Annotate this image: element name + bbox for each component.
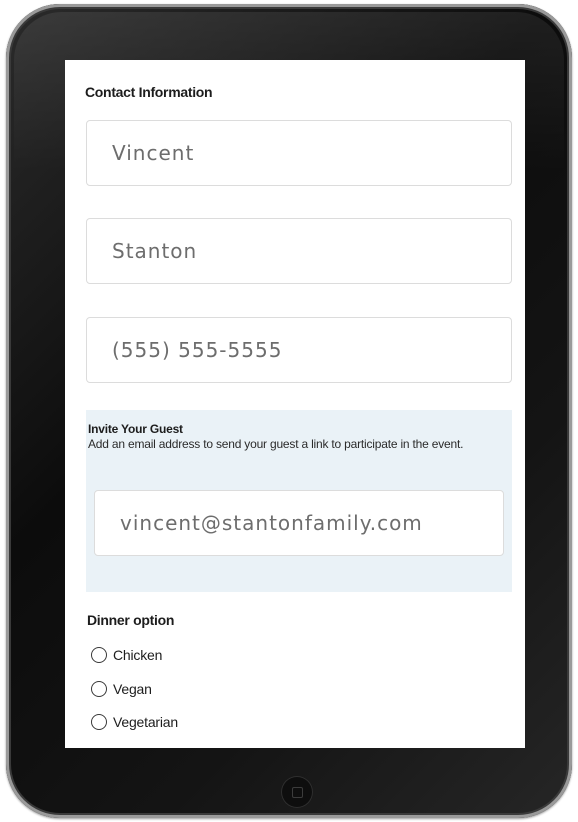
form-screen: Contact Information Vincent Stanton (555… — [65, 60, 525, 748]
home-button[interactable] — [281, 776, 313, 808]
radio-circle-icon[interactable] — [91, 681, 107, 697]
invite-guest-description: Add an email address to send your guest … — [88, 437, 464, 451]
radio-circle-icon[interactable] — [91, 647, 107, 663]
invite-guest-panel: Invite Your Guest Add an email address t… — [86, 410, 512, 592]
dinner-option-label: Chicken — [113, 647, 163, 663]
contact-information-heading: Contact Information — [85, 84, 213, 100]
dinner-option-label: Vegetarian — [113, 714, 178, 730]
dinner-option-chicken[interactable]: Chicken — [91, 644, 162, 666]
dinner-option-vegan[interactable]: Vegan — [91, 678, 152, 700]
dinner-option-vegetarian[interactable]: Vegetarian — [91, 711, 178, 733]
invite-guest-heading: Invite Your Guest — [88, 422, 183, 436]
guest-email-field[interactable]: vincent@stantonfamily.com — [94, 490, 504, 556]
last-name-field[interactable]: Stanton — [86, 218, 512, 284]
radio-circle-icon[interactable] — [91, 714, 107, 730]
phone-field[interactable]: (555) 555-5555 — [86, 317, 512, 383]
dinner-option-label: Vegan — [113, 681, 152, 697]
first-name-field[interactable]: Vincent — [86, 120, 512, 186]
dinner-option-heading: Dinner option — [87, 612, 175, 628]
tablet-frame: Contact Information Vincent Stanton (555… — [6, 4, 572, 818]
